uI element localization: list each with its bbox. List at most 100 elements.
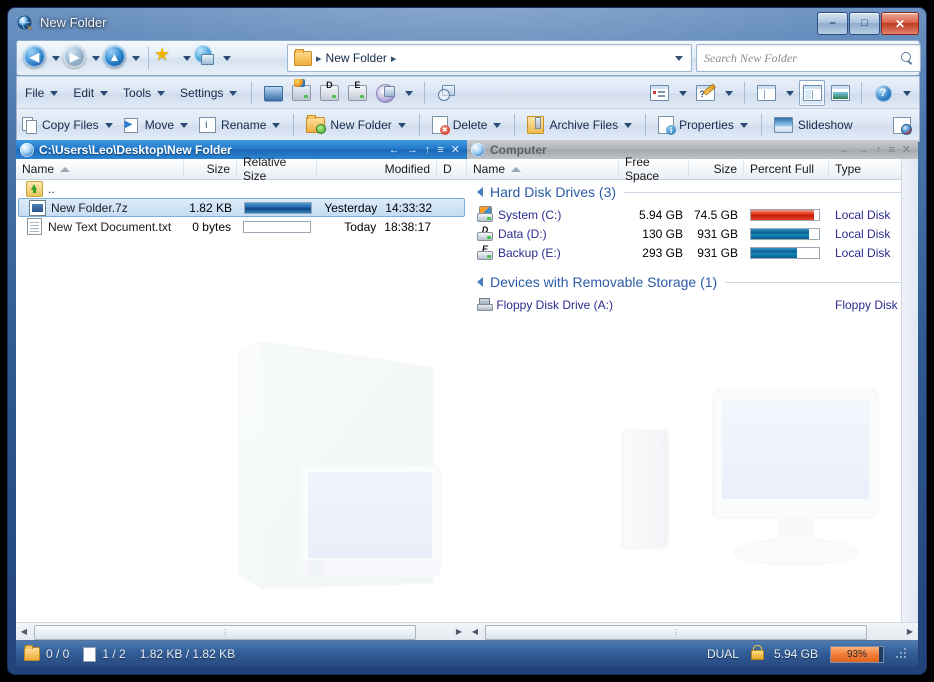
list-view-caret-icon[interactable] — [679, 90, 687, 96]
table-row[interactable]: System (C:) 5.94 GB 74.5 GB Local Disk — [467, 205, 918, 224]
left-pane-title-bar[interactable]: C:\Users\Leo\Desktop\New Folder ← → ↑ ≡ … — [16, 140, 467, 159]
table-row[interactable]: .. — [16, 179, 467, 198]
copy-files-button[interactable]: Copy Files — [17, 112, 119, 138]
move-caret-icon[interactable] — [180, 122, 189, 128]
drive-d-shortcut-button[interactable]: D — [318, 80, 340, 104]
scroll-left-icon[interactable]: ◀ — [16, 624, 32, 639]
table-row[interactable]: E Backup (E:) 293 GB 931 GB Local Disk — [467, 243, 918, 262]
forward-button[interactable]: ▶ — [63, 45, 89, 71]
column-header-modified[interactable]: Modified — [317, 159, 437, 179]
breadcrumb-separator-end-icon[interactable]: ▸ — [391, 52, 397, 65]
drive-name[interactable]: Floppy Disk Drive (A:) — [496, 298, 613, 312]
expand-collapse-icon[interactable] — [477, 187, 483, 197]
pane-caret-icon[interactable] — [786, 90, 794, 96]
close-button[interactable]: ✕ — [881, 12, 919, 35]
scroll-right-icon[interactable]: ▶ — [902, 624, 918, 639]
minimize-button[interactable]: – — [817, 12, 848, 35]
help-caret-icon[interactable] — [903, 90, 911, 96]
drive-name[interactable]: System (C:) — [498, 208, 561, 222]
scroll-right-icon[interactable]: ▶ — [451, 624, 467, 639]
preview-pane-button[interactable] — [829, 82, 851, 104]
pane-up-icon[interactable]: ↑ — [425, 144, 431, 156]
properties-button[interactable]: Properties — [653, 112, 754, 138]
column-header-size[interactable]: Size — [184, 159, 237, 179]
table-row[interactable]: D Data (D:) 130 GB 931 GB Local Disk — [467, 224, 918, 243]
column-header-free-space[interactable]: Free Space — [619, 155, 689, 183]
system-drive-shortcut-button[interactable] — [290, 79, 312, 104]
up-button[interactable]: ▲ — [103, 45, 129, 71]
group-header-hard-disk-drives[interactable]: Hard Disk Drives (3) — [467, 179, 918, 205]
table-row[interactable]: Floppy Disk Drive (A:) Floppy Disk Driv — [467, 295, 918, 314]
new-folder-caret-icon[interactable] — [397, 122, 406, 128]
scroll-left-icon[interactable]: ◀ — [467, 624, 483, 639]
delete-caret-icon[interactable] — [493, 122, 502, 128]
new-folder-button[interactable]: New Folder — [301, 112, 411, 138]
pane-forward-icon[interactable]: → — [407, 144, 418, 156]
table-row[interactable]: New Text Document.txt 0 bytes Today 18:3… — [16, 217, 467, 236]
network-dropdown-caret-icon[interactable] — [223, 55, 231, 61]
breadcrumb-current[interactable]: New Folder — [326, 51, 387, 65]
pane-back-icon[interactable]: ← — [840, 144, 851, 156]
search-input[interactable]: Search New Folder — [704, 51, 797, 66]
unlocked-padlock-icon[interactable] — [750, 645, 764, 660]
rename-caret-icon[interactable] — [272, 122, 281, 128]
left-pane-horizontal-scrollbar[interactable]: ◀ ⋮ ▶ — [16, 622, 467, 640]
right-pane-vertical-scrollbar[interactable] — [901, 159, 918, 623]
pane-back-icon[interactable]: ← — [389, 144, 400, 156]
restore-button[interactable]: □ — [849, 12, 880, 35]
list-view-button[interactable] — [648, 82, 670, 104]
copy-files-caret-icon[interactable] — [104, 122, 113, 128]
delete-button[interactable]: Delete — [427, 112, 508, 138]
scroll-track[interactable]: ⋮ — [483, 624, 902, 640]
right-pane-title-bar[interactable]: Computer ← → ↑ ≡ ✕ — [467, 140, 918, 159]
resize-grip-icon[interactable] — [896, 648, 908, 660]
move-button[interactable]: Move — [119, 112, 194, 138]
favorites-button[interactable]: ★ — [154, 45, 180, 71]
dual-pane-button[interactable] — [799, 80, 825, 106]
search-icon[interactable] — [901, 52, 913, 64]
drive-name[interactable]: Data (D:) — [498, 227, 547, 241]
configure-icon[interactable] — [893, 116, 912, 135]
favorites-dropdown-caret-icon[interactable] — [183, 55, 191, 61]
column-header-relative-size[interactable]: Relative Size — [237, 155, 317, 183]
drive-e-shortcut-button[interactable]: E — [346, 80, 368, 104]
expand-collapse-icon[interactable] — [477, 277, 483, 287]
menu-tools[interactable]: Tools — [115, 81, 172, 105]
find-files-button[interactable] — [435, 82, 457, 104]
drive-name[interactable]: Backup (E:) — [498, 246, 561, 260]
help-button[interactable]: ? — [872, 82, 894, 104]
column-header-size[interactable]: Size — [689, 159, 744, 179]
pane-close-icon[interactable]: ✕ — [451, 143, 460, 156]
properties-caret-icon[interactable] — [739, 122, 748, 128]
edit-notes-caret-icon[interactable] — [725, 90, 733, 96]
desktop-shortcut-button[interactable] — [262, 82, 284, 104]
group-header-removable-storage[interactable]: Devices with Removable Storage (1) — [467, 269, 918, 295]
network-button[interactable] — [194, 45, 220, 71]
optical-dropdown-caret-icon[interactable] — [405, 90, 414, 96]
pane-minimize-icon[interactable]: ≡ — [437, 144, 443, 156]
scroll-thumb[interactable]: ⋮ — [485, 625, 867, 640]
slideshow-button[interactable]: Slideshow — [769, 112, 855, 138]
address-bar[interactable]: ▸ New Folder ▸ — [287, 44, 692, 72]
menu-file[interactable]: File — [17, 81, 65, 105]
pane-close-icon[interactable]: ✕ — [902, 143, 911, 156]
address-dropdown-caret-icon[interactable] — [675, 55, 683, 61]
table-row[interactable]: New Folder.7z 1.82 KB Yesterday 14:33:32 — [18, 198, 465, 217]
rename-button[interactable]: Rename — [194, 112, 286, 138]
archive-files-caret-icon[interactable] — [624, 122, 633, 128]
optical-drive-shortcut-button[interactable] — [374, 82, 396, 104]
pane-minimize-icon[interactable]: ≡ — [888, 144, 894, 156]
single-pane-button[interactable] — [755, 82, 777, 104]
menu-edit[interactable]: Edit — [65, 81, 115, 105]
forward-dropdown-caret-icon[interactable] — [92, 55, 100, 61]
menu-settings[interactable]: Settings — [172, 81, 244, 105]
pane-up-icon[interactable]: ↑ — [876, 144, 882, 156]
scroll-thumb[interactable]: ⋮ — [34, 625, 416, 640]
archive-files-button[interactable]: Archive Files — [522, 112, 638, 138]
back-button[interactable]: ◀ — [23, 45, 49, 71]
up-dropdown-caret-icon[interactable] — [132, 55, 140, 61]
scroll-track[interactable]: ⋮ — [32, 624, 451, 640]
column-header-d[interactable]: D — [437, 159, 467, 179]
edit-notes-button[interactable] — [694, 82, 716, 104]
column-header-name[interactable]: Name — [16, 159, 184, 179]
